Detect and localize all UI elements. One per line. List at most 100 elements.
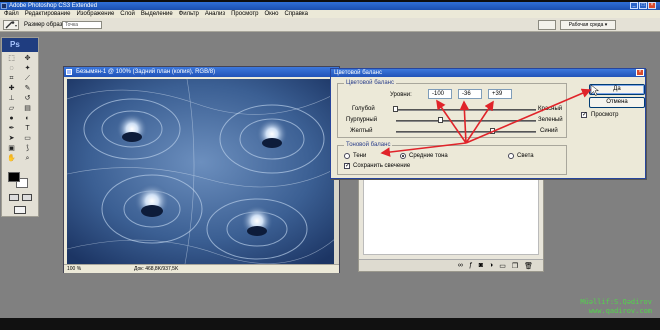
- document-title: Безымян-1 @ 100% (Задний план (копия), R…: [76, 69, 216, 75]
- menu-image[interactable]: Изображение: [76, 10, 114, 18]
- preserve-luminosity-label: Сохранить свечение: [353, 163, 411, 169]
- shape-tool-icon[interactable]: ▭: [22, 135, 33, 143]
- hand-tool-icon[interactable]: ✋: [6, 155, 17, 163]
- yellow-blue-slider-thumb[interactable]: [490, 128, 496, 134]
- menu-select[interactable]: Выделение: [141, 10, 173, 18]
- cancel-button[interactable]: Отмена: [589, 97, 645, 108]
- slider-cyan-label: Голубой: [352, 106, 375, 112]
- dialog-title-bar[interactable]: Цветовой баланс ×: [331, 69, 645, 77]
- standard-mode-button[interactable]: [9, 194, 19, 201]
- layers-list[interactable]: [363, 179, 539, 255]
- midtones-radio[interactable]: [400, 153, 406, 159]
- adjustment-layer-icon[interactable]: ◑: [489, 262, 493, 269]
- menu-analysis[interactable]: Анализ: [205, 10, 225, 18]
- menu-view[interactable]: Просмотр: [231, 10, 258, 18]
- foreground-color-swatch[interactable]: [8, 172, 20, 182]
- level-cyan-red-input[interactable]: -100: [428, 89, 452, 99]
- document-title-bar[interactable]: Безымян-1 @ 100% (Задний план (копия), R…: [64, 67, 339, 77]
- watermark-author: Müəllif:S.Qədirov: [580, 298, 652, 306]
- yellow-blue-slider-track[interactable]: [396, 131, 536, 133]
- move-tool-icon[interactable]: ✥: [22, 55, 33, 63]
- ok-button[interactable]: Да: [589, 84, 645, 95]
- shadows-radio[interactable]: [344, 153, 350, 159]
- window-controls: _ □ ×: [630, 2, 656, 10]
- new-group-icon[interactable]: ▭: [499, 262, 506, 270]
- palette-well[interactable]: [538, 20, 556, 30]
- document-status-bar: 100 % Док: 468,8K/937,5K: [64, 264, 339, 273]
- watermark-site: www.qadirov.com: [588, 307, 652, 315]
- zoom-level[interactable]: 100 %: [67, 265, 81, 274]
- layer-mask-icon[interactable]: ◙: [479, 262, 483, 269]
- magic-wand-tool-icon[interactable]: ✦: [22, 65, 33, 73]
- level-yellow-blue-input[interactable]: +39: [488, 89, 512, 99]
- color-balance-dialog: Цветовой баланс × Цветовой баланс Уровни…: [330, 68, 646, 179]
- history-brush-tool-icon[interactable]: ↺: [22, 95, 33, 103]
- options-bar: Размер образца: Точка Рабочая среда ▾: [0, 18, 660, 32]
- color-balance-legend: Цветовой баланс: [344, 80, 396, 87]
- sample-size-select[interactable]: Точка: [62, 21, 102, 29]
- app-title-bar: Adobe Photoshop CS3 Extended _ □ ×: [0, 2, 660, 10]
- water-splash-image: [67, 79, 335, 264]
- document-icon: [66, 69, 72, 75]
- dodge-tool-icon[interactable]: ◐: [22, 115, 33, 123]
- slider-blue-label: Синий: [540, 128, 558, 134]
- pen-tool-icon[interactable]: ✒: [6, 125, 17, 133]
- new-layer-icon[interactable]: ❐: [512, 262, 518, 270]
- menu-layer[interactable]: Слой: [120, 10, 135, 18]
- notes-tool-icon[interactable]: ▣: [6, 145, 17, 153]
- menu-filter[interactable]: Фильтр: [179, 10, 199, 18]
- maximize-button[interactable]: □: [639, 2, 647, 9]
- clone-stamp-tool-icon[interactable]: ⊥: [6, 95, 17, 103]
- level-magenta-green-input[interactable]: -36: [458, 89, 482, 99]
- dialog-close-icon[interactable]: ×: [636, 69, 644, 76]
- document-canvas[interactable]: [67, 79, 335, 264]
- workspace-button[interactable]: Рабочая среда ▾: [560, 20, 616, 30]
- menu-bar: Файл Редактирование Изображение Слой Выд…: [0, 10, 660, 18]
- marquee-tool-icon[interactable]: ⬚: [6, 55, 17, 63]
- preserve-luminosity-checkbox[interactable]: ✓: [344, 163, 350, 169]
- eyedropper-tool-icon[interactable]: ⟆: [22, 145, 33, 153]
- photoshop-app-icon: [1, 3, 7, 9]
- menu-file[interactable]: Файл: [4, 10, 19, 18]
- magenta-green-slider-track[interactable]: [396, 120, 536, 122]
- midtones-label: Средние тона: [409, 153, 448, 159]
- ps-logo: Ps: [2, 38, 38, 52]
- slider-red-label: Красный: [538, 106, 563, 112]
- close-button[interactable]: ×: [648, 2, 656, 9]
- minimize-button[interactable]: _: [630, 2, 638, 9]
- slider-magenta-label: Пурпурный: [346, 117, 378, 123]
- gradient-tool-icon[interactable]: ▤: [22, 105, 33, 113]
- path-selection-tool-icon[interactable]: ➤: [6, 135, 17, 143]
- slider-green-label: Зеленый: [538, 117, 563, 123]
- slice-tool-icon[interactable]: ⟋: [22, 75, 33, 83]
- document-window: Безымян-1 @ 100% (Задний план (копия), R…: [63, 66, 340, 273]
- eraser-tool-icon[interactable]: ▱: [6, 105, 17, 113]
- screen-mode-button[interactable]: [14, 206, 26, 214]
- eyedropper-preset-icon[interactable]: [3, 20, 19, 30]
- delete-layer-icon[interactable]: 🗑: [524, 262, 533, 270]
- menu-edit[interactable]: Редактирование: [25, 10, 71, 18]
- layer-style-icon[interactable]: ƒ: [469, 262, 473, 269]
- cyan-red-slider-thumb[interactable]: [393, 106, 398, 112]
- bottom-letterbox: [0, 318, 660, 330]
- shadows-label: Тени: [353, 153, 367, 159]
- brush-tool-icon[interactable]: ✎: [22, 85, 33, 93]
- link-layers-icon[interactable]: ∞: [458, 262, 463, 269]
- highlights-radio[interactable]: [508, 153, 514, 159]
- tone-balance-group: Тоновой баланс Тени Средние тона Света ✓…: [337, 142, 567, 175]
- lasso-tool-icon[interactable]: ◌: [6, 65, 17, 73]
- zoom-tool-icon[interactable]: ⌕: [22, 155, 33, 163]
- quick-mask-button[interactable]: [22, 194, 32, 201]
- cyan-red-slider-track[interactable]: [396, 109, 536, 111]
- color-balance-group: Цветовой баланс Уровни: -100 -36 +39 Гол…: [337, 80, 567, 138]
- menu-help[interactable]: Справка: [284, 10, 308, 18]
- toolbox: Ps ⬚ ✥ ◌ ✦ ⌗ ⟋ ✚ ✎ ⊥ ↺ ▱ ▤ ● ◐ ✒ T ➤ ▭ ▣…: [1, 37, 39, 217]
- preview-checkbox[interactable]: ✓: [581, 112, 587, 118]
- menu-window[interactable]: Окно: [265, 10, 279, 18]
- magenta-green-slider-thumb[interactable]: [437, 117, 443, 123]
- blur-tool-icon[interactable]: ●: [6, 115, 17, 123]
- type-tool-icon[interactable]: T: [22, 125, 33, 133]
- crop-tool-icon[interactable]: ⌗: [6, 75, 17, 83]
- healing-brush-tool-icon[interactable]: ✚: [6, 85, 17, 93]
- watermark: Müəllif:S.Qədirov www.qadirov.com: [512, 298, 652, 316]
